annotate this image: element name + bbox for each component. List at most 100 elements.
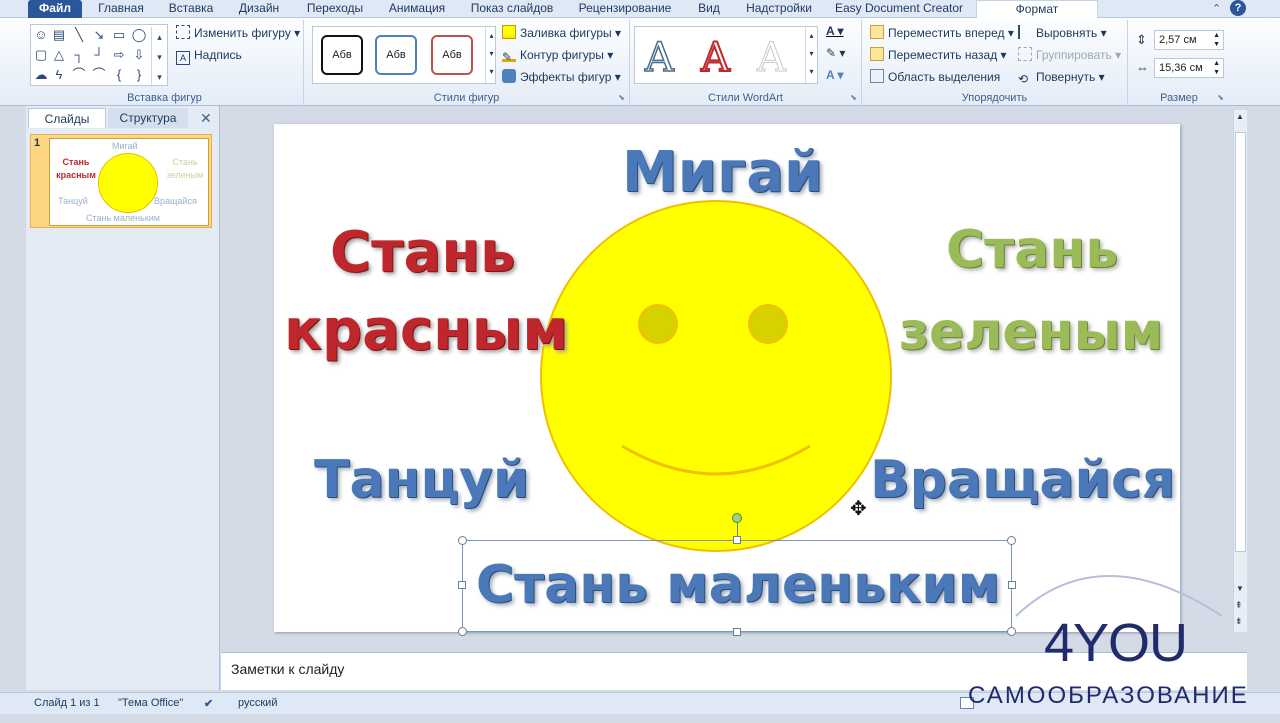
elbow-arrow-connector-icon[interactable]: ┘ bbox=[91, 47, 107, 63]
shapes-gallery[interactable]: ☺ ▤ ╲ ↘ ▭ ◯ ▢ △ ┐ ┘ ⇨ ⇩ ☁ ϟ ⌒ ⌒ { } ▴ ▾ ▾ bbox=[30, 24, 168, 87]
rounded-rect-shape-icon[interactable]: ▢ bbox=[33, 47, 49, 63]
arc-shape-icon[interactable]: ⌒ bbox=[91, 67, 107, 83]
right-brace-shape-icon[interactable]: } bbox=[131, 67, 147, 83]
wordart-red-line1[interactable]: Стань bbox=[330, 220, 515, 285]
next-slide-icon[interactable]: ⇟ bbox=[1235, 616, 1243, 627]
lightning-shape-icon[interactable]: ϟ bbox=[51, 67, 67, 83]
width-spinner-icon[interactable]: ▲ ▼ bbox=[1213, 59, 1220, 77]
wordart-preset-3[interactable]: A bbox=[757, 35, 787, 82]
triangle-shape-icon[interactable]: △ bbox=[51, 47, 67, 63]
selected-textbox[interactable]: Стань маленьким bbox=[458, 513, 1016, 636]
wordart-scroll-icon[interactable]: ▴ ▾ ▾ bbox=[805, 27, 817, 83]
tab-home[interactable]: Главная bbox=[90, 0, 152, 18]
scroll-down-icon[interactable]: ▼ bbox=[1236, 584, 1244, 593]
edit-shape-button[interactable]: Изменить фигуру ▾ bbox=[176, 24, 300, 42]
bring-forward-button[interactable]: Переместить вперед ▾ bbox=[870, 24, 1014, 42]
smiley-face[interactable] bbox=[540, 200, 892, 552]
styles-scroll-icon[interactable]: ▴ ▾ ▾ bbox=[485, 27, 497, 83]
textbox-shape-icon[interactable]: ▤ bbox=[51, 27, 67, 43]
minimize-ribbon-icon[interactable]: ⌃ bbox=[1212, 2, 1221, 15]
text-fill-icon[interactable]: A ▾ bbox=[826, 22, 844, 40]
tab-file[interactable]: Файл bbox=[28, 0, 82, 18]
tab-easy-document-creator[interactable]: Easy Document Creator bbox=[832, 0, 966, 18]
resize-handle-n[interactable] bbox=[733, 536, 741, 544]
align-button[interactable]: Выровнять ▾ bbox=[1018, 24, 1107, 42]
tab-format[interactable]: Формат bbox=[976, 0, 1098, 18]
tab-animation[interactable]: Анимация bbox=[380, 0, 454, 18]
width-field[interactable]: 15,36 см ▲ ▼ bbox=[1154, 58, 1224, 78]
right-arrow-shape-icon[interactable]: ⇨ bbox=[111, 47, 127, 63]
wordart-blink[interactable]: Мигай bbox=[622, 140, 823, 205]
shape-effects-button[interactable]: Эффекты фигур ▾ bbox=[502, 68, 621, 86]
spellcheck-icon[interactable]: ✔ bbox=[204, 697, 213, 710]
resize-handle-s[interactable] bbox=[733, 628, 741, 636]
resize-handle-ne[interactable] bbox=[1007, 536, 1016, 545]
resize-handle-e[interactable] bbox=[1008, 581, 1016, 589]
notes-pane[interactable]: Заметки к слайду bbox=[221, 652, 1247, 690]
send-backward-button[interactable]: Переместить назад ▾ bbox=[870, 46, 1007, 64]
vertical-scrollbar[interactable]: ▲ ▼ ⇞ ⇟ bbox=[1233, 110, 1247, 632]
resize-handle-nw[interactable] bbox=[458, 536, 467, 545]
smiley-left-eye bbox=[638, 304, 678, 344]
group-button[interactable]: Группировать ▾ bbox=[1018, 46, 1121, 64]
dialog-launcher-icon[interactable]: ⬊ bbox=[618, 93, 625, 102]
slide-canvas[interactable]: Мигай Стань красным Стань зеленым Танцуй… bbox=[274, 124, 1180, 636]
wordart-preset-1[interactable]: A bbox=[644, 34, 674, 82]
text-effects-icon[interactable]: A ▾ bbox=[826, 66, 844, 84]
wordart-green-line2[interactable]: зеленым bbox=[898, 302, 1164, 362]
slide-thumbnail-1[interactable]: 1 Мигай Стань красным Стань зеленым Танц… bbox=[30, 134, 212, 228]
wordart-dialog-launcher-icon[interactable]: ⬊ bbox=[850, 93, 857, 102]
wordart-red-line2[interactable]: красным bbox=[284, 298, 568, 363]
tab-addins[interactable]: Надстройки bbox=[738, 0, 820, 18]
oval-shape-icon[interactable]: ◯ bbox=[131, 27, 147, 43]
tab-design[interactable]: Дизайн bbox=[230, 0, 288, 18]
shape-outline-button[interactable]: ✎ Контур фигуры ▾ bbox=[502, 46, 613, 64]
text-outline-icon[interactable]: ✎ ▾ bbox=[826, 44, 845, 62]
close-panel-icon[interactable]: ✕ bbox=[200, 110, 212, 127]
language-status[interactable]: русский bbox=[238, 697, 277, 709]
normal-view-icon[interactable] bbox=[960, 697, 974, 709]
curve-shape-icon[interactable]: ⌒ bbox=[71, 67, 87, 83]
wordart-rotate[interactable]: Вращайся bbox=[870, 450, 1175, 510]
tab-insert[interactable]: Вставка bbox=[160, 0, 222, 18]
help-icon[interactable]: ? bbox=[1230, 0, 1246, 16]
textbox-button[interactable]: A Надпись bbox=[176, 46, 242, 65]
wordart-small[interactable]: Стань маленьким bbox=[473, 555, 1003, 615]
tab-slides[interactable]: Слайды bbox=[28, 108, 106, 128]
wordart-dance[interactable]: Танцуй bbox=[314, 450, 529, 510]
height-spinner-icon[interactable]: ▲ ▼ bbox=[1213, 31, 1220, 49]
shape-style-preset-2[interactable]: Абв bbox=[375, 35, 417, 75]
shape-style-preset-1[interactable]: Абв bbox=[321, 35, 363, 75]
tab-transitions[interactable]: Переходы bbox=[300, 0, 370, 18]
cloud-shape-icon[interactable]: ☁ bbox=[33, 67, 49, 83]
tab-slideshow[interactable]: Показ слайдов bbox=[464, 0, 560, 18]
shape-style-preset-3[interactable]: Абв bbox=[431, 35, 473, 75]
wordart-preset-2[interactable]: A bbox=[700, 34, 731, 82]
down-arrow-shape-icon[interactable]: ⇩ bbox=[131, 47, 147, 63]
wordart-green-line1[interactable]: Стань bbox=[946, 220, 1118, 280]
height-field[interactable]: 2,57 см ▲ ▼ bbox=[1154, 30, 1224, 50]
tab-outline[interactable]: Структура bbox=[108, 108, 188, 128]
tab-review[interactable]: Рецензирование bbox=[570, 0, 680, 18]
gallery-scroll-icon[interactable]: ▴ ▾ ▾ bbox=[151, 27, 167, 87]
theme-status[interactable]: "Тема Office" bbox=[118, 697, 183, 709]
effects-icon bbox=[502, 69, 516, 83]
rotation-handle[interactable] bbox=[732, 513, 742, 523]
resize-handle-se[interactable] bbox=[1007, 627, 1016, 636]
resize-handle-w[interactable] bbox=[458, 581, 466, 589]
scroll-thumb[interactable] bbox=[1235, 132, 1246, 552]
rectangle-shape-icon[interactable]: ▭ bbox=[111, 27, 127, 43]
line-shape-icon[interactable]: ╲ bbox=[71, 27, 87, 43]
selection-pane-button[interactable]: Область выделения bbox=[870, 68, 1000, 86]
tab-view[interactable]: Вид bbox=[690, 0, 728, 18]
previous-slide-icon[interactable]: ⇞ bbox=[1235, 600, 1243, 611]
elbow-connector-icon[interactable]: ┐ bbox=[71, 47, 87, 63]
left-brace-shape-icon[interactable]: { bbox=[111, 67, 127, 83]
scroll-up-icon[interactable]: ▲ bbox=[1236, 112, 1244, 121]
shape-fill-button[interactable]: Заливка фигуры ▾ bbox=[502, 24, 621, 42]
rotate-button[interactable]: ⟲ Повернуть ▾ bbox=[1018, 68, 1105, 86]
size-dialog-launcher-icon[interactable]: ⬊ bbox=[1217, 93, 1224, 102]
smiley-shape-icon[interactable]: ☺ bbox=[33, 27, 49, 43]
resize-handle-sw[interactable] bbox=[458, 627, 467, 636]
arrow-line-shape-icon[interactable]: ↘ bbox=[91, 27, 107, 43]
